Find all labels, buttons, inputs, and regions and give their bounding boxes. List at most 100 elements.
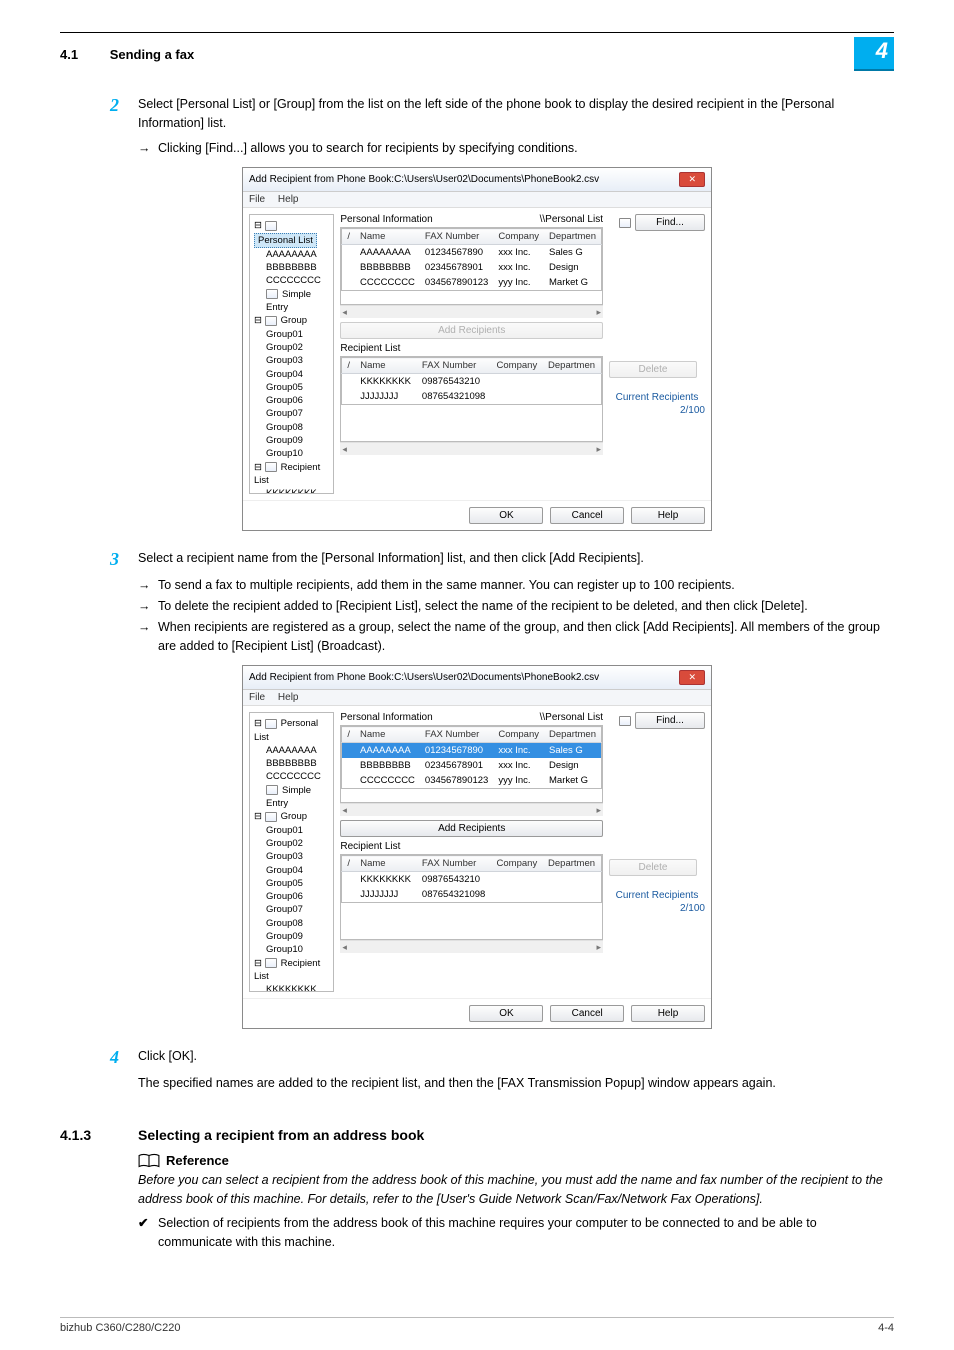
table-row-selected[interactable]: AAAAAAAA01234567890xxx Inc.Sales G [342, 743, 602, 759]
menu-help[interactable]: Help [278, 692, 299, 703]
find-button[interactable]: Find... [635, 712, 705, 729]
footer-left: bizhub C360/C280/C220 [60, 1322, 180, 1334]
table-row[interactable]: KKKKKKKK09876543210 [342, 374, 602, 390]
menu-file[interactable]: File [249, 692, 265, 703]
tree-item[interactable]: Group08 [254, 421, 329, 434]
delete-button[interactable]: Delete [609, 361, 697, 378]
close-icon[interactable]: ✕ [679, 670, 705, 685]
h-scrollbar[interactable]: ◂▸ [340, 442, 603, 455]
tree-nav[interactable]: ⊟ Personal List AAAAAAAA BBBBBBBB CCCCCC… [249, 712, 334, 992]
window-title: Add Recipient from Phone Book:C:\Users\U… [249, 672, 599, 683]
table-row[interactable]: BBBBBBBB02345678901xxx Inc.Design [342, 260, 602, 275]
tree-item[interactable]: Group04 [254, 864, 329, 877]
arrow-icon: → [138, 597, 158, 616]
tree-item[interactable]: Group05 [254, 877, 329, 890]
page-header: 4.1 Sending a fax 4 [60, 37, 894, 71]
window-titlebar: Add Recipient from Phone Book:C:\Users\U… [243, 168, 711, 192]
menu-help[interactable]: Help [278, 194, 299, 205]
table-row[interactable]: JJJJJJJJ087654321098 [342, 389, 602, 405]
dialog-screenshot-1: Add Recipient from Phone Book:C:\Users\U… [242, 167, 712, 531]
tree-nav[interactable]: ⊟ Personal List AAAAAAAA BBBBBBBB CCCCCC… [249, 214, 334, 494]
find-button[interactable]: Find... [635, 214, 705, 231]
section-number: 4.1 [60, 47, 78, 62]
recipient-list-table[interactable]: / Name FAX Number Company Departmen KKKK… [341, 357, 602, 405]
tree-item[interactable]: Group09 [254, 434, 329, 447]
tree-item[interactable]: Group06 [254, 394, 329, 407]
personal-info-context: \\Personal List [540, 214, 603, 225]
page-footer: bizhub C360/C280/C220 4-4 [60, 1317, 894, 1334]
tree-item[interactable]: AAAAAAAA [254, 744, 329, 757]
tree-recipient-list[interactable]: Recipient List [254, 462, 320, 486]
step-3-sub-2: → To delete the recipient added to [Reci… [138, 597, 894, 616]
step-2-sub-1: → Clicking [Find...] allows you to searc… [138, 139, 894, 158]
h-scrollbar[interactable]: ◂▸ [340, 940, 603, 953]
tree-item[interactable]: Group05 [254, 381, 329, 394]
help-button[interactable]: Help [631, 507, 705, 524]
tree-personal-list[interactable]: Personal List [254, 718, 318, 742]
ok-button[interactable]: OK [469, 507, 543, 524]
window-titlebar: Add Recipient from Phone Book:C:\Users\U… [243, 666, 711, 690]
tree-item[interactable]: BBBBBBBB [254, 261, 329, 274]
help-button[interactable]: Help [631, 1005, 705, 1022]
check-note: ✔ Selection of recipients from the addre… [138, 1214, 894, 1252]
tree-personal-list[interactable]: Personal List [254, 233, 317, 248]
recipient-list-label: Recipient List [340, 343, 400, 354]
tree-item[interactable]: Group10 [254, 943, 329, 956]
tree-item[interactable]: Group07 [254, 903, 329, 916]
step-2: 2 Select [Personal List] or [Group] from… [110, 95, 894, 133]
tree-item[interactable]: Group01 [254, 328, 329, 341]
tree-item[interactable]: CCCCCCCC [254, 274, 329, 287]
ok-button[interactable]: OK [469, 1005, 543, 1022]
tree-item[interactable]: Group06 [254, 890, 329, 903]
dialog-screenshot-2: Add Recipient from Phone Book:C:\Users\U… [242, 665, 712, 1029]
tree-item[interactable]: Group04 [254, 368, 329, 381]
tree-item[interactable]: Group01 [254, 824, 329, 837]
table-row[interactable]: KKKKKKKK09876543210 [342, 872, 602, 888]
arrow-icon: → [138, 618, 158, 656]
tree-group[interactable]: Group [281, 315, 307, 326]
cancel-button[interactable]: Cancel [550, 507, 624, 524]
tree-item[interactable]: Group09 [254, 930, 329, 943]
table-row[interactable]: AAAAAAAA01234567890xxx Inc.Sales G [342, 245, 602, 261]
tree-item[interactable]: Group10 [254, 447, 329, 460]
table-row[interactable]: CCCCCCCC034567890123yyy Inc.Market G [342, 773, 602, 789]
tree-item[interactable]: Group07 [254, 407, 329, 420]
tree-item[interactable]: Group08 [254, 917, 329, 930]
close-icon[interactable]: ✕ [679, 172, 705, 187]
tree-item[interactable]: KKKKKKKK [254, 983, 329, 992]
add-recipients-button[interactable]: Add Recipients [340, 322, 603, 339]
tree-item[interactable]: BBBBBBBB [254, 757, 329, 770]
tree-item[interactable]: Group02 [254, 837, 329, 850]
tree-item[interactable]: Group03 [254, 354, 329, 367]
menu-file[interactable]: File [249, 194, 265, 205]
tree-item[interactable]: KKKKKKKK [254, 487, 329, 494]
step-text: Click [OK]. [138, 1047, 894, 1066]
cancel-button[interactable]: Cancel [550, 1005, 624, 1022]
personal-info-label: Personal Information [340, 712, 432, 723]
delete-button[interactable]: Delete [609, 859, 697, 876]
tree-item[interactable]: CCCCCCCC [254, 770, 329, 783]
subsection-413: 4.1.3 Selecting a recipient from an addr… [60, 1127, 894, 1143]
step-number: 2 [110, 95, 138, 133]
tree-item[interactable]: AAAAAAAA [254, 248, 329, 261]
step-3-sub-3: → When recipients are registered as a gr… [138, 618, 894, 656]
h-scrollbar[interactable]: ◂▸ [340, 305, 603, 318]
step-3: 3 Select a recipient name from the [Pers… [110, 549, 894, 570]
tree-group[interactable]: Group [281, 811, 307, 822]
tree-recipient-list[interactable]: Recipient List [254, 958, 320, 982]
table-row[interactable]: BBBBBBBB02345678901xxx Inc.Design [342, 758, 602, 773]
table-row[interactable]: JJJJJJJJ087654321098 [342, 887, 602, 903]
personal-info-label: Personal Information [340, 214, 432, 225]
chapter-badge: 4 [854, 37, 894, 71]
personal-info-table[interactable]: / Name FAX Number Company Departmen AAAA… [341, 228, 602, 291]
step-4: 4 Click [OK]. The specified names are ad… [110, 1047, 894, 1093]
reference-heading: Reference [138, 1153, 894, 1169]
tree-item[interactable]: Group02 [254, 341, 329, 354]
step-3-sub-1: → To send a fax to multiple recipients, … [138, 576, 894, 595]
add-recipients-button[interactable]: Add Recipients [340, 820, 603, 837]
recipient-list-table[interactable]: / Name FAX Number Company Departmen KKKK… [341, 855, 602, 903]
tree-item[interactable]: Group03 [254, 850, 329, 863]
h-scrollbar[interactable]: ◂▸ [340, 803, 603, 816]
table-row[interactable]: CCCCCCCC034567890123yyy Inc.Market G [342, 275, 602, 291]
personal-info-table[interactable]: / Name FAX Number Company Departmen AAAA… [341, 726, 602, 789]
